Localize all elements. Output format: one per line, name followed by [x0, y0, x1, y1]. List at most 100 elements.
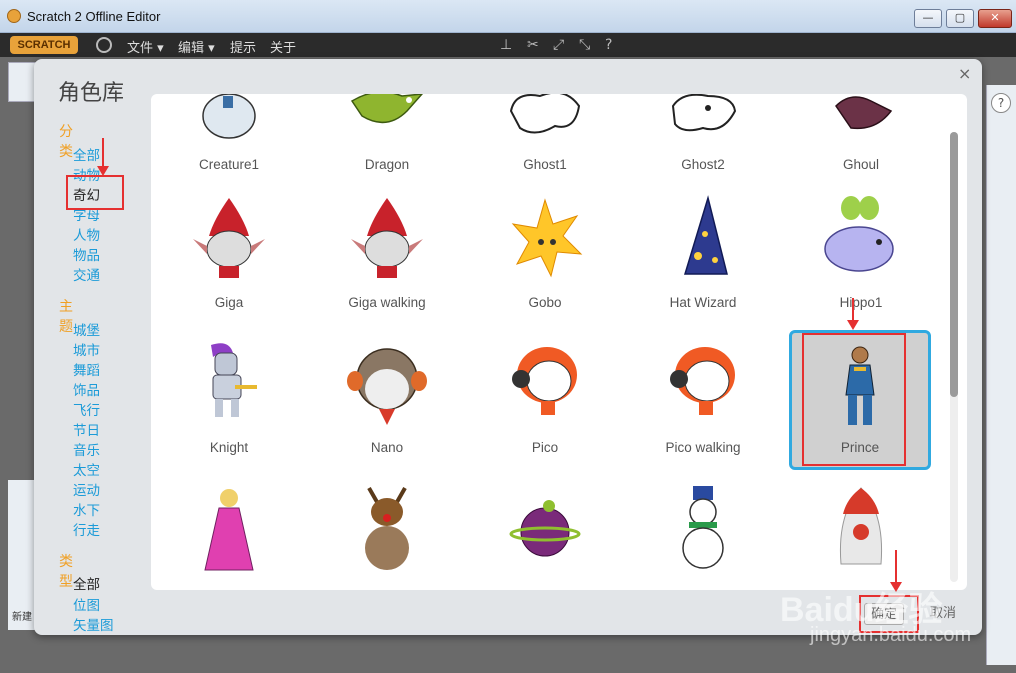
prince-art — [845, 346, 875, 425]
theme-sports[interactable]: 运动 — [73, 479, 100, 499]
sprite-tile[interactable]: Nano — [317, 339, 457, 479]
close-icon[interactable]: × — [958, 64, 971, 83]
sprite-name: Ghost1 — [523, 157, 567, 172]
sprite-name: Pico — [531, 440, 559, 455]
type-all[interactable]: 全部 — [73, 573, 100, 593]
theme-music[interactable]: 音乐 — [73, 439, 100, 459]
sprite-tile[interactable] — [159, 484, 299, 590]
theme-walking[interactable]: 行走 — [73, 519, 100, 539]
sprite-tile[interactable]: Creature1 — [159, 94, 299, 196]
hippo-art — [824, 196, 894, 272]
pico-walking-art — [670, 347, 735, 415]
help-question-icon[interactable]: ? — [605, 37, 612, 53]
theme-city[interactable]: 城市 — [73, 339, 100, 359]
theme-dressup[interactable]: 饰品 — [73, 379, 100, 399]
sprite-library-dialog: 角色库 × 分类 全部 动物 奇幻 字母 人物 物品 交通 主题 城堡 城市 舞… — [34, 59, 982, 635]
sprite-name: Giga walking — [348, 295, 426, 310]
sprite-tile[interactable]: Knight — [159, 339, 299, 479]
category-people[interactable]: 人物 — [73, 224, 100, 244]
sprite-tile-selected[interactable]: Prince — [789, 330, 931, 470]
close-window-button[interactable]: ✕ — [978, 9, 1012, 28]
category-heading: 分类 — [59, 124, 73, 160]
type-bitmap[interactable]: 位图 — [73, 594, 100, 614]
help-circle-icon[interactable]: ? — [991, 93, 1011, 113]
sprite-tile[interactable] — [317, 484, 457, 590]
grid-scrollbar[interactable] — [950, 132, 958, 582]
new-sprite-label: 新建 — [12, 612, 32, 623]
highlight-arrow-ok — [890, 550, 902, 592]
sprite-name: Hippo1 — [839, 295, 883, 310]
giga-walking-art — [351, 198, 423, 278]
highlight-arrow-fantasy — [97, 138, 109, 176]
reindeer-art — [365, 487, 409, 570]
category-fantasy[interactable]: 奇幻 — [73, 184, 100, 204]
sprite-tile[interactable] — [633, 484, 773, 590]
cut-scissors-icon[interactable]: ✂ — [527, 37, 539, 53]
sprite-name: Pico walking — [665, 440, 741, 455]
nano-art — [347, 348, 427, 425]
theme-flying[interactable]: 飞行 — [73, 399, 100, 419]
sprite-tile[interactable]: Ghost2 — [633, 94, 773, 196]
theme-underwater[interactable]: 水下 — [73, 499, 100, 519]
sprite-tile[interactable]: Hat Wizard — [633, 194, 773, 334]
category-transport[interactable]: 交通 — [73, 264, 100, 284]
theme-space[interactable]: 太空 — [73, 459, 100, 479]
window-title: Scratch 2 Offline Editor — [27, 9, 161, 24]
sprite-name: Giga — [214, 295, 244, 310]
sprite-tile[interactable]: Ghoul — [791, 94, 931, 196]
giga-art — [193, 198, 265, 278]
dialog-title: 角色库 — [58, 81, 125, 106]
maximize-button[interactable]: ▢ — [946, 9, 974, 28]
sprite-name: Creature1 — [198, 157, 260, 172]
sprite-tile[interactable]: Gobo — [475, 194, 615, 334]
shrink-icon[interactable]: ⤡ — [579, 37, 590, 53]
category-things[interactable]: 物品 — [73, 244, 100, 264]
knight-art — [211, 343, 257, 417]
window-titlebar: Scratch 2 Offline Editor — ▢ ✕ — [0, 0, 1016, 33]
sprite-name: Knight — [209, 440, 249, 455]
dragon-art — [350, 94, 424, 124]
sprite-tile[interactable] — [475, 484, 615, 590]
category-letters[interactable]: 字母 — [73, 204, 100, 224]
menu-file[interactable]: 文件 ▾ — [127, 37, 164, 56]
creature-art — [202, 94, 256, 139]
sprite-tile[interactable]: Giga — [159, 194, 299, 334]
category-all[interactable]: 全部 — [73, 144, 100, 164]
grow-icon[interactable]: ⤢ — [553, 37, 564, 53]
scratch-app-icon — [7, 9, 21, 23]
menu-about[interactable]: 关于 — [270, 37, 296, 56]
language-globe-icon[interactable] — [96, 37, 112, 53]
sprite-tile[interactable]: Pico walking — [633, 339, 773, 479]
baidu-watermark-url: jingyan.baidu.com — [810, 624, 972, 646]
hat-wizard-art — [683, 195, 728, 275]
pico-art — [512, 347, 577, 415]
category-animals[interactable]: 动物 — [73, 164, 100, 184]
robot-art — [509, 500, 581, 557]
sprite-tile[interactable]: Dragon — [317, 94, 457, 196]
duplicate-stamp-icon[interactable]: ⊥ — [500, 37, 512, 53]
highlight-arrow-prince — [847, 298, 859, 330]
sprite-tile[interactable]: Ghost1 — [475, 94, 615, 196]
minimize-button[interactable]: — — [914, 9, 942, 28]
scripts-area-fragment: ? — [986, 85, 1016, 665]
sprite-tile[interactable]: Pico — [475, 339, 615, 479]
sprite-name: Nano — [370, 440, 404, 455]
sprite-name: Prince — [840, 440, 880, 455]
menu-tips[interactable]: 提示 — [230, 37, 256, 56]
menu-bar: SCRATCH 文件 ▾ 编辑 ▾ 提示 关于 ⊥ ✂ ⤢ ⤡ ? — [0, 33, 1016, 57]
sprite-tile[interactable]: Hippo1 — [791, 194, 931, 334]
scratch-logo[interactable]: SCRATCH — [10, 36, 78, 54]
sprite-tile[interactable] — [791, 484, 931, 590]
sprite-tile[interactable]: Giga walking — [317, 194, 457, 334]
theme-holiday[interactable]: 节日 — [73, 419, 100, 439]
type-heading: 类型 — [59, 554, 73, 590]
princess-art — [204, 489, 254, 571]
scrollbar-thumb[interactable] — [950, 132, 958, 397]
type-vector[interactable]: 矢量图 — [73, 614, 114, 634]
theme-dance[interactable]: 舞蹈 — [73, 359, 100, 379]
ghost-art — [671, 94, 737, 132]
rocket-art — [839, 487, 883, 565]
theme-castle[interactable]: 城堡 — [73, 319, 100, 339]
menu-edit[interactable]: 编辑 ▾ — [178, 37, 215, 56]
gobo-art — [511, 198, 583, 278]
